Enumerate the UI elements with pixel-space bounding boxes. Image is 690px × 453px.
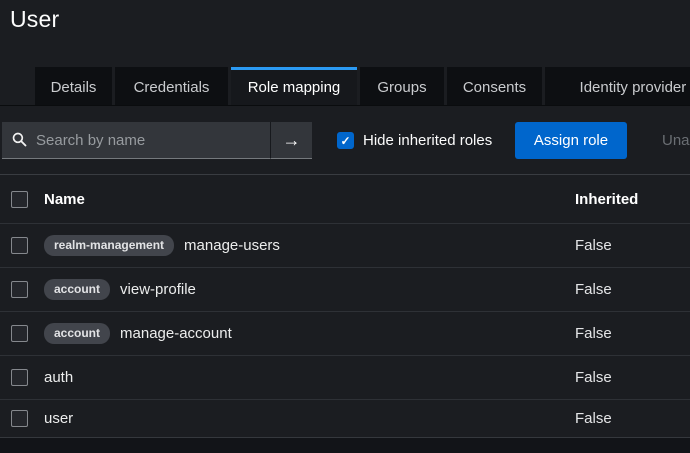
- search-group: →: [2, 122, 312, 159]
- client-badge: account: [44, 323, 110, 343]
- tab-consents[interactable]: Consents: [447, 67, 542, 105]
- tab-label: Details: [51, 79, 97, 96]
- row-checkbox[interactable]: [11, 237, 28, 254]
- row-checkbox[interactable]: [11, 410, 28, 427]
- tab-groups[interactable]: Groups: [360, 67, 444, 105]
- roles-table: Name Inherited realm-management manage-u…: [0, 174, 690, 437]
- role-name: auth: [44, 369, 73, 386]
- tab-label: Groups: [377, 79, 426, 96]
- tab-bar: Details Credentials Role mapping Groups …: [0, 67, 690, 105]
- hide-inherited-roles-toggle[interactable]: ✓ Hide inherited roles: [337, 122, 492, 159]
- row-checkbox[interactable]: [11, 369, 28, 386]
- table-row: auth False: [0, 356, 690, 400]
- tab-content-divider: [0, 105, 690, 106]
- inherited-value: False: [575, 410, 612, 427]
- inherited-value: False: [575, 237, 612, 254]
- table-row: user False: [0, 400, 690, 437]
- tab-identity-provider-links[interactable]: Identity provider links: [545, 67, 690, 105]
- arrow-right-icon: →: [283, 130, 301, 150]
- table-header-row: Name Inherited: [0, 175, 690, 224]
- table-row: realm-management manage-users False: [0, 224, 690, 268]
- tab-label: Credentials: [134, 79, 210, 96]
- client-badge: realm-management: [44, 235, 174, 255]
- pagination-bar: [0, 437, 690, 453]
- table-row: account manage-account False: [0, 312, 690, 356]
- unassign-button[interactable]: Unassign: [656, 122, 690, 159]
- search-input[interactable]: [34, 122, 268, 159]
- inherited-value: False: [575, 325, 612, 342]
- row-checkbox[interactable]: [11, 281, 28, 298]
- tab-label: Role mapping: [248, 79, 341, 96]
- role-name: manage-users: [184, 237, 280, 254]
- column-header-inherited: Inherited: [575, 191, 638, 208]
- assign-role-button[interactable]: Assign role: [515, 122, 627, 159]
- tab-credentials[interactable]: Credentials: [115, 67, 228, 105]
- tab-role-mapping[interactable]: Role mapping: [231, 67, 357, 105]
- select-all-checkbox[interactable]: [11, 191, 28, 208]
- checkbox-checked-icon[interactable]: ✓: [337, 132, 354, 149]
- role-name: user: [44, 410, 73, 427]
- inherited-value: False: [575, 281, 612, 298]
- hide-inherited-label: Hide inherited roles: [363, 132, 492, 149]
- role-name: manage-account: [120, 325, 232, 342]
- table-row: account view-profile False: [0, 268, 690, 312]
- tab-label: Identity provider links: [580, 79, 690, 96]
- client-badge: account: [44, 279, 110, 299]
- user-role-mapping-page: User Details Credentials Role mapping Gr…: [0, 0, 690, 453]
- tab-label: Consents: [463, 79, 526, 96]
- tab-details[interactable]: Details: [35, 67, 112, 105]
- page-title: User: [10, 6, 59, 33]
- role-name: view-profile: [120, 281, 196, 298]
- search-box: [2, 122, 270, 159]
- row-checkbox[interactable]: [11, 325, 28, 342]
- inherited-value: False: [575, 369, 612, 386]
- search-icon: [12, 132, 27, 147]
- column-header-name: Name: [44, 191, 85, 208]
- check-icon: ✓: [340, 135, 350, 147]
- search-submit-button[interactable]: →: [270, 122, 312, 159]
